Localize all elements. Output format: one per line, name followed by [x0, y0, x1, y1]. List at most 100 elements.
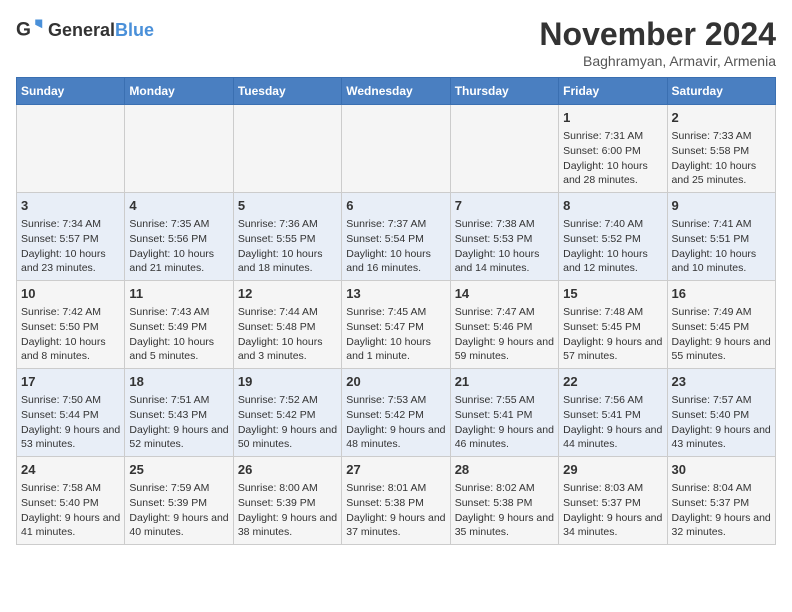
calendar-week-5: 24 Sunrise: 7:58 AM Sunset: 5:40 PM Dayli… [17, 457, 776, 545]
calendar-week-3: 10 Sunrise: 7:42 AM Sunset: 5:50 PM Dayli… [17, 281, 776, 369]
calendar-cell [17, 105, 125, 193]
day-number: 24 [21, 461, 120, 479]
day-number: 28 [455, 461, 554, 479]
day-info: Sunrise: 8:02 AM Sunset: 5:38 PM Dayligh… [455, 481, 554, 540]
day-number: 30 [672, 461, 771, 479]
calendar-cell: 8 Sunrise: 7:40 AM Sunset: 5:52 PM Daylig… [559, 193, 667, 281]
day-number: 2 [672, 109, 771, 127]
day-number: 16 [672, 285, 771, 303]
day-number: 20 [346, 373, 445, 391]
day-info: Sunrise: 8:00 AM Sunset: 5:39 PM Dayligh… [238, 481, 337, 540]
day-info: Sunrise: 7:31 AM Sunset: 6:00 PM Dayligh… [563, 129, 662, 188]
weekday-header-tuesday: Tuesday [233, 78, 341, 105]
calendar-week-4: 17 Sunrise: 7:50 AM Sunset: 5:44 PM Dayli… [17, 369, 776, 457]
day-info: Sunrise: 7:57 AM Sunset: 5:40 PM Dayligh… [672, 393, 771, 452]
day-info: Sunrise: 7:52 AM Sunset: 5:42 PM Dayligh… [238, 393, 337, 452]
day-info: Sunrise: 8:01 AM Sunset: 5:38 PM Dayligh… [346, 481, 445, 540]
weekday-header-row: SundayMondayTuesdayWednesdayThursdayFrid… [17, 78, 776, 105]
day-number: 8 [563, 197, 662, 215]
calendar-cell: 16 Sunrise: 7:49 AM Sunset: 5:45 PM Dayli… [667, 281, 775, 369]
weekday-header-monday: Monday [125, 78, 233, 105]
day-info: Sunrise: 7:50 AM Sunset: 5:44 PM Dayligh… [21, 393, 120, 452]
calendar-cell: 30 Sunrise: 8:04 AM Sunset: 5:37 PM Dayli… [667, 457, 775, 545]
day-info: Sunrise: 7:58 AM Sunset: 5:40 PM Dayligh… [21, 481, 120, 540]
calendar-cell: 19 Sunrise: 7:52 AM Sunset: 5:42 PM Dayli… [233, 369, 341, 457]
calendar-cell: 27Sunrise: 8:01 AM Sunset: 5:38 PM Dayli… [342, 457, 450, 545]
calendar-cell: 7 Sunrise: 7:38 AM Sunset: 5:53 PM Daylig… [450, 193, 558, 281]
weekday-header-thursday: Thursday [450, 78, 558, 105]
day-number: 19 [238, 373, 337, 391]
calendar-cell [450, 105, 558, 193]
calendar-cell: 6 Sunrise: 7:37 AM Sunset: 5:54 PM Daylig… [342, 193, 450, 281]
day-info: Sunrise: 7:48 AM Sunset: 5:45 PM Dayligh… [563, 305, 662, 364]
day-info: Sunrise: 7:43 AM Sunset: 5:49 PM Dayligh… [129, 305, 228, 364]
calendar-cell: 21 Sunrise: 7:55 AM Sunset: 5:41 PM Dayli… [450, 369, 558, 457]
day-info: Sunrise: 7:55 AM Sunset: 5:41 PM Dayligh… [455, 393, 554, 452]
calendar-cell: 29 Sunrise: 8:03 AM Sunset: 5:37 PM Dayli… [559, 457, 667, 545]
calendar-cell: 28 Sunrise: 8:02 AM Sunset: 5:38 PM Dayli… [450, 457, 558, 545]
day-info: Sunrise: 7:41 AM Sunset: 5:51 PM Dayligh… [672, 217, 771, 276]
day-number: 12 [238, 285, 337, 303]
calendar-cell [342, 105, 450, 193]
day-number: 17 [21, 373, 120, 391]
calendar-cell: 9 Sunrise: 7:41 AM Sunset: 5:51 PM Daylig… [667, 193, 775, 281]
calendar-cell: 14Sunrise: 7:47 AM Sunset: 5:46 PM Dayli… [450, 281, 558, 369]
day-number: 21 [455, 373, 554, 391]
calendar-cell: 1 Sunrise: 7:31 AM Sunset: 6:00 PM Daylig… [559, 105, 667, 193]
calendar-cell: 18Sunrise: 7:51 AM Sunset: 5:43 PM Dayli… [125, 369, 233, 457]
day-info: Sunrise: 7:56 AM Sunset: 5:41 PM Dayligh… [563, 393, 662, 452]
day-number: 22 [563, 373, 662, 391]
weekday-header-sunday: Sunday [17, 78, 125, 105]
calendar-cell: 2 Sunrise: 7:33 AM Sunset: 5:58 PM Daylig… [667, 105, 775, 193]
title-area: November 2024 Baghramyan, Armavir, Armen… [539, 16, 776, 69]
calendar-cell: 5 Sunrise: 7:36 AM Sunset: 5:55 PM Daylig… [233, 193, 341, 281]
day-info: Sunrise: 7:36 AM Sunset: 5:55 PM Dayligh… [238, 217, 337, 276]
calendar-week-2: 3 Sunrise: 7:34 AM Sunset: 5:57 PM Daylig… [17, 193, 776, 281]
day-info: Sunrise: 7:44 AM Sunset: 5:48 PM Dayligh… [238, 305, 337, 364]
calendar-cell: 17 Sunrise: 7:50 AM Sunset: 5:44 PM Dayli… [17, 369, 125, 457]
calendar-week-1: 1 Sunrise: 7:31 AM Sunset: 6:00 PM Daylig… [17, 105, 776, 193]
weekday-header-wednesday: Wednesday [342, 78, 450, 105]
day-info: Sunrise: 7:37 AM Sunset: 5:54 PM Dayligh… [346, 217, 445, 276]
day-number: 5 [238, 197, 337, 215]
calendar-cell [233, 105, 341, 193]
calendar-cell: 15 Sunrise: 7:48 AM Sunset: 5:45 PM Dayli… [559, 281, 667, 369]
calendar-cell: 10 Sunrise: 7:42 AM Sunset: 5:50 PM Dayli… [17, 281, 125, 369]
day-info: Sunrise: 7:51 AM Sunset: 5:43 PM Dayligh… [129, 393, 228, 452]
day-info: Sunrise: 7:49 AM Sunset: 5:45 PM Dayligh… [672, 305, 771, 364]
day-number: 29 [563, 461, 662, 479]
day-info: Sunrise: 7:34 AM Sunset: 5:57 PM Dayligh… [21, 217, 120, 276]
day-info: Sunrise: 7:40 AM Sunset: 5:52 PM Dayligh… [563, 217, 662, 276]
day-info: Sunrise: 7:59 AM Sunset: 5:39 PM Dayligh… [129, 481, 228, 540]
day-info: Sunrise: 7:38 AM Sunset: 5:53 PM Dayligh… [455, 217, 554, 276]
logo-icon: G [16, 16, 44, 44]
day-number: 4 [129, 197, 228, 215]
calendar-table: SundayMondayTuesdayWednesdayThursdayFrid… [16, 77, 776, 545]
day-number: 9 [672, 197, 771, 215]
calendar-cell [125, 105, 233, 193]
calendar-cell: 20Sunrise: 7:53 AM Sunset: 5:42 PM Dayli… [342, 369, 450, 457]
day-number: 6 [346, 197, 445, 215]
day-info: Sunrise: 7:42 AM Sunset: 5:50 PM Dayligh… [21, 305, 120, 364]
day-number: 10 [21, 285, 120, 303]
day-number: 7 [455, 197, 554, 215]
day-number: 15 [563, 285, 662, 303]
calendar-cell: 13Sunrise: 7:45 AM Sunset: 5:47 PM Dayli… [342, 281, 450, 369]
calendar-cell: 12 Sunrise: 7:44 AM Sunset: 5:48 PM Dayli… [233, 281, 341, 369]
day-info: Sunrise: 7:33 AM Sunset: 5:58 PM Dayligh… [672, 129, 771, 188]
subtitle: Baghramyan, Armavir, Armenia [539, 53, 776, 69]
day-number: 3 [21, 197, 120, 215]
day-number: 26 [238, 461, 337, 479]
main-title: November 2024 [539, 16, 776, 53]
day-number: 1 [563, 109, 662, 127]
day-number: 11 [129, 285, 228, 303]
weekday-header-friday: Friday [559, 78, 667, 105]
calendar-cell: 25Sunrise: 7:59 AM Sunset: 5:39 PM Dayli… [125, 457, 233, 545]
day-info: Sunrise: 8:03 AM Sunset: 5:37 PM Dayligh… [563, 481, 662, 540]
logo: G GeneralBlue [16, 16, 154, 44]
day-info: Sunrise: 8:04 AM Sunset: 5:37 PM Dayligh… [672, 481, 771, 540]
calendar-cell: 11 Sunrise: 7:43 AM Sunset: 5:49 PM Dayli… [125, 281, 233, 369]
day-info: Sunrise: 7:35 AM Sunset: 5:56 PM Dayligh… [129, 217, 228, 276]
logo-general: General [48, 20, 115, 40]
day-info: Sunrise: 7:45 AM Sunset: 5:47 PM Dayligh… [346, 305, 445, 364]
